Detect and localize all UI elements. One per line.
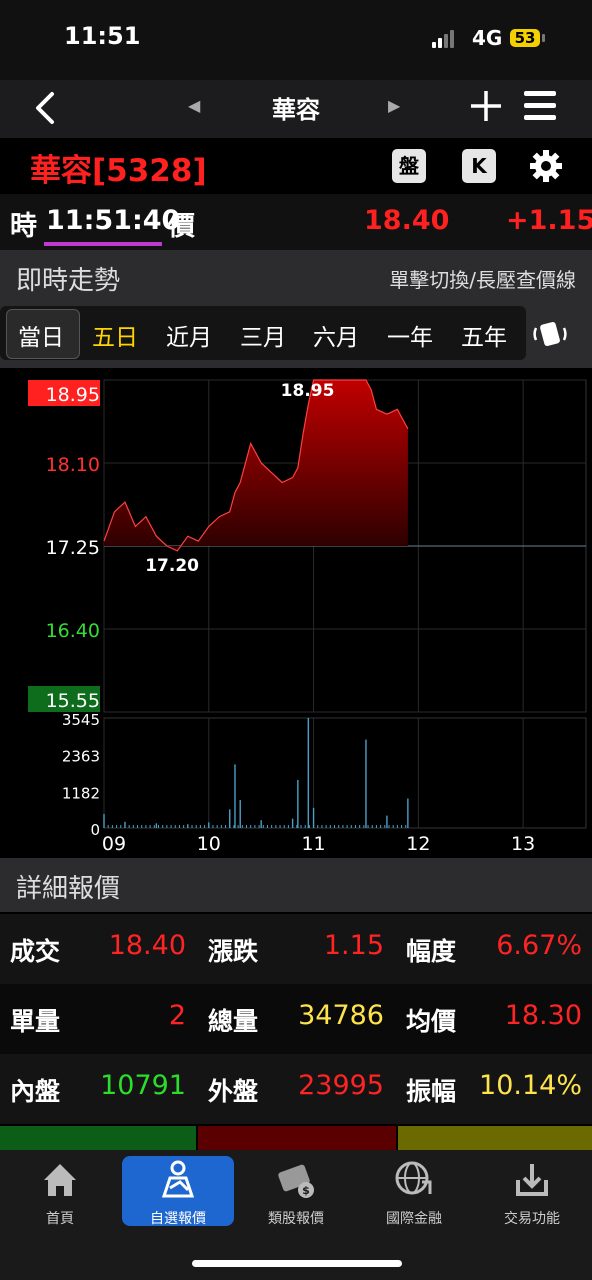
tab-period-6[interactable]: 五年 — [461, 318, 507, 352]
watchlist-icon — [161, 1160, 195, 1198]
tab-trade[interactable]: 交易功能 — [477, 1156, 587, 1227]
y-tick-label: 18.10 — [46, 454, 100, 476]
gear-icon — [530, 150, 562, 182]
detail-value: 6.67% — [496, 930, 582, 961]
volume-tick-label: 3545 — [62, 711, 100, 729]
tab-label: 自選報價 — [150, 1211, 206, 1227]
detail-value: 34786 — [298, 1000, 384, 1031]
x-tick-label: 09 — [102, 833, 126, 855]
detail-label: 單量 — [10, 1007, 61, 1036]
x-tick-label: 13 — [511, 833, 535, 855]
menu-button[interactable] — [522, 88, 558, 124]
detail-value: 23995 — [298, 1070, 384, 1101]
rotate-screen-icon — [533, 321, 567, 347]
detail-section-title: 詳細報價 — [16, 874, 121, 904]
detail-value: 10791 — [100, 1070, 186, 1101]
detail-label: 漲跌 — [208, 937, 259, 966]
volume-tick-label: 1182 — [62, 784, 100, 802]
detail-label: 幅度 — [406, 937, 457, 966]
last-price: 18.40 — [364, 205, 450, 236]
x-tick-label: 12 — [406, 833, 430, 855]
detail-label: 振幅 — [406, 1077, 457, 1106]
hamburger-icon — [524, 91, 556, 120]
next-stock-button[interactable]: ▶ — [388, 96, 400, 115]
home-icon — [44, 1164, 76, 1196]
trend-section-hint: 單擊切換/長壓查價線 — [389, 268, 576, 292]
svg-text:$: $ — [302, 1184, 310, 1197]
tab-watchlist[interactable]: 自選報價 — [123, 1156, 233, 1227]
x-tick-label: 10 — [197, 833, 221, 855]
high-price-label: 18.95 — [281, 381, 335, 401]
y-tick-label: 17.25 — [46, 537, 100, 559]
quote-time: 11:51:40 — [46, 205, 181, 236]
home-indicator — [192, 1260, 402, 1267]
tab-globe[interactable]: 國際金融 — [359, 1156, 469, 1227]
tab-label: 交易功能 — [504, 1211, 560, 1227]
tab-period-2[interactable]: 近月 — [166, 318, 212, 352]
volume-tick-label: 2363 — [62, 748, 100, 766]
detail-label: 外盤 — [208, 1077, 259, 1106]
tab-home[interactable]: 首頁 — [5, 1156, 115, 1227]
trend-section-title: 即時走勢 — [16, 266, 121, 296]
tab-period-5[interactable]: 一年 — [387, 318, 433, 352]
add-button[interactable] — [468, 88, 504, 124]
detail-value: 18.40 — [108, 930, 186, 961]
detail-value: 18.30 — [504, 1000, 582, 1031]
y-tick-label: 15.55 — [46, 690, 100, 712]
y-tick-label: 18.95 — [46, 384, 100, 406]
tab-label: 類股報價 — [268, 1211, 324, 1227]
tab-label: 首頁 — [46, 1211, 74, 1227]
signal-icon — [432, 30, 462, 48]
detail-label: 成交 — [10, 937, 61, 966]
y-tick-label: 16.40 — [46, 620, 100, 642]
tab-category-quote[interactable]: $ 類股報價 — [241, 1156, 351, 1227]
battery-cap — [542, 34, 545, 42]
quote-time-underline — [44, 242, 162, 246]
volume-tick-label: 0 — [90, 821, 100, 839]
category-quote-icon: $ — [278, 1164, 314, 1198]
intraday-chart[interactable]: 18.95 18.10 17.25 16.40 15.55 18.95 17.20 3545 2… — [0, 378, 592, 856]
tab-period-1[interactable]: 五日 — [92, 318, 138, 352]
plus-icon — [471, 91, 501, 121]
price-label: 價 — [168, 211, 195, 242]
kline-button[interactable]: K — [462, 149, 496, 183]
tab-period-4[interactable]: 六月 — [313, 318, 359, 352]
battery-icon: 53 — [510, 29, 540, 47]
volume-panel-frame — [103, 717, 587, 829]
detail-label: 總量 — [208, 1007, 259, 1036]
network-type: 4G — [472, 26, 503, 50]
x-tick-label: 11 — [301, 833, 325, 855]
status-time: 11:51 — [64, 22, 141, 50]
tab-period-3[interactable]: 三月 — [240, 318, 286, 352]
settings-button[interactable] — [528, 148, 564, 184]
detail-label: 內盤 — [10, 1077, 61, 1106]
stock-name: 華容[5328] — [30, 153, 207, 189]
price-area-series — [104, 380, 408, 551]
low-price-label: 17.20 — [145, 556, 199, 576]
trade-icon — [516, 1164, 548, 1196]
price-change: +1.15 — [506, 205, 592, 236]
tab-period-0[interactable]: 當日 — [18, 318, 64, 352]
detail-value: 10.14% — [479, 1070, 582, 1101]
globe-icon — [395, 1161, 432, 1195]
detail-label: 均價 — [406, 1007, 457, 1036]
rotate-button[interactable] — [530, 316, 570, 350]
tab-label: 國際金融 — [386, 1211, 442, 1227]
detail-value: 2 — [168, 1000, 186, 1031]
detail-value: 1.15 — [323, 930, 384, 961]
time-label: 時 — [10, 211, 37, 242]
order-book-button[interactable]: 盤 — [392, 149, 426, 183]
